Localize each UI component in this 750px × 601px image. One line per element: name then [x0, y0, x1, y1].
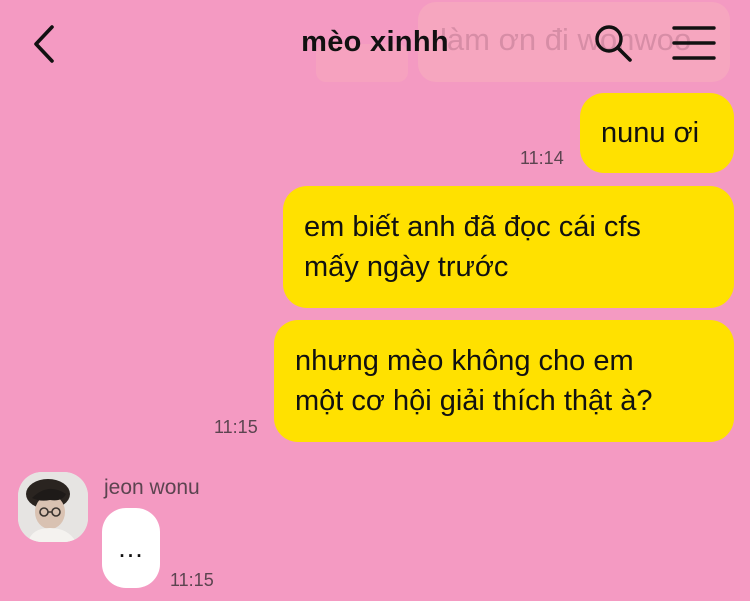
message-text-line: mấy ngày trước: [304, 251, 509, 283]
outgoing-message[interactable]: nunu ơi: [580, 93, 734, 173]
avatar[interactable]: [18, 472, 88, 542]
message-time: 11:14: [520, 148, 564, 168]
message-time: 11:15: [214, 417, 258, 437]
outgoing-message[interactable]: nhưng mèo không cho em một cơ hội giải t…: [274, 320, 734, 442]
sender-name: jeon wonu: [104, 476, 200, 499]
message-text: nunu ơi: [601, 117, 700, 149]
message-text-line: nhưng mèo không cho em: [295, 345, 634, 377]
incoming-message[interactable]: ...: [102, 508, 160, 588]
menu-button[interactable]: [672, 24, 716, 62]
search-icon: [595, 25, 632, 62]
message-text-line: một cơ hội giải thích thật à?: [295, 385, 653, 417]
chat-header: làm ơn đi wonwoo mèo xinhh: [0, 0, 750, 88]
hamburger-menu-icon: [672, 26, 716, 60]
message-text-line: em biết anh đã đọc cái cfs: [304, 211, 641, 243]
outgoing-message[interactable]: em biết anh đã đọc cái cfs mấy ngày trướ…: [283, 186, 734, 308]
profile-photo: [18, 472, 88, 542]
message-text: ...: [118, 533, 144, 563]
chat-title: mèo xinhh: [301, 26, 449, 58]
message-time: 11:15: [170, 570, 214, 590]
search-button[interactable]: [592, 22, 634, 64]
